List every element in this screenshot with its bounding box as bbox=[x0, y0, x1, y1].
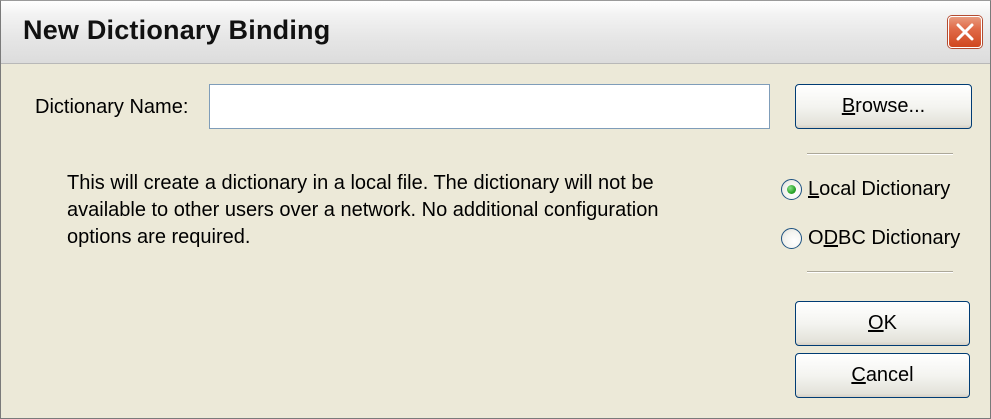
window-title: New Dictionary Binding bbox=[23, 15, 331, 45]
browse-button[interactable]: Browse... bbox=[795, 84, 972, 129]
radio-selected-icon bbox=[781, 179, 802, 200]
local-dictionary-radio[interactable]: Local Dictionary bbox=[781, 178, 950, 201]
ok-button[interactable]: OK bbox=[795, 301, 970, 346]
close-button[interactable] bbox=[948, 16, 982, 48]
title-bar[interactable]: New Dictionary Binding bbox=[1, 1, 990, 64]
cancel-label: ancel bbox=[865, 364, 914, 386]
odbc-dictionary-label: ODBC Dictionary bbox=[808, 227, 961, 249]
radio-unselected-icon bbox=[781, 228, 802, 249]
separator bbox=[807, 271, 953, 273]
dictionary-name-input[interactable] bbox=[209, 84, 770, 129]
dialog-window: New Dictionary Binding Dictionary Name: … bbox=[0, 0, 991, 419]
browse-label: rowse... bbox=[855, 95, 926, 117]
dictionary-name-label: Dictionary Name: bbox=[35, 96, 189, 118]
radio-dot bbox=[787, 185, 796, 194]
close-icon bbox=[956, 23, 974, 41]
ok-label: K bbox=[883, 312, 897, 334]
browse-mnemonic: B bbox=[841, 95, 856, 117]
local-dictionary-label: Local Dictionary bbox=[808, 178, 951, 200]
odbc-dictionary-radio[interactable]: ODBC Dictionary bbox=[781, 227, 960, 250]
cancel-mnemonic: C bbox=[851, 364, 866, 386]
ok-mnemonic: O bbox=[868, 312, 884, 334]
dialog-content: Dictionary Name: Browse... This will cre… bbox=[9, 64, 980, 408]
description-text: This will create a dictionary in a local… bbox=[67, 172, 659, 248]
cancel-button[interactable]: Cancel bbox=[795, 353, 970, 398]
separator bbox=[807, 153, 953, 155]
